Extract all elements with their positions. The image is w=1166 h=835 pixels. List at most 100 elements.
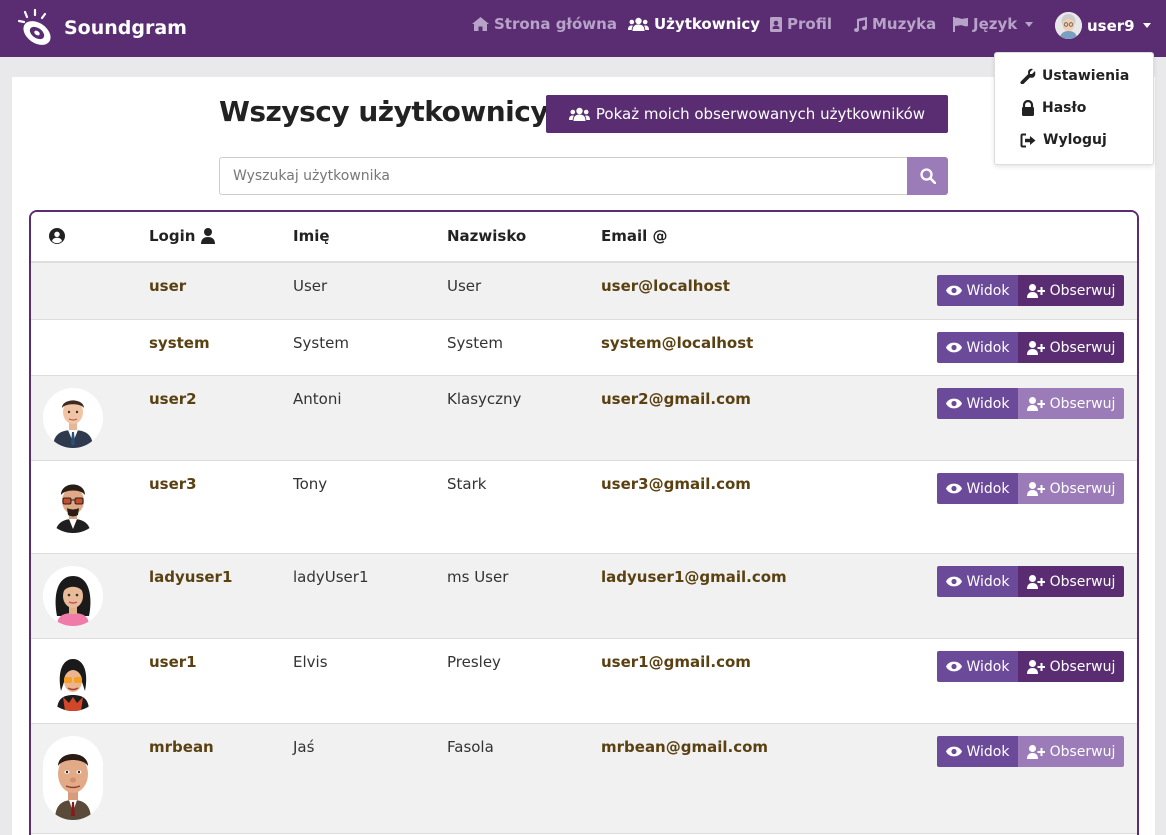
row-actions: Widok Obserwuj <box>937 388 1124 419</box>
first-name-column-header[interactable]: Imię <box>293 227 330 245</box>
user-email-link[interactable]: user3@gmail.com <box>601 475 751 493</box>
user-email-link[interactable]: user1@gmail.com <box>601 653 751 671</box>
view-button-label: Widok <box>966 573 1010 590</box>
user-email-link[interactable]: user2@gmail.com <box>601 390 751 408</box>
view-button[interactable]: Widok <box>937 332 1018 363</box>
eye-icon <box>945 746 962 757</box>
menu-item-password[interactable]: Hasło <box>1020 100 1086 116</box>
search-button[interactable] <box>907 157 948 195</box>
row-actions: Widok Obserwuj <box>937 332 1124 363</box>
eye-icon <box>945 398 962 409</box>
user-last-name: Presley <box>447 653 501 671</box>
table-header: Login Imię Nazwisko Email @ <box>31 212 1137 263</box>
user-last-name: System <box>447 334 503 352</box>
nav-profile-label: Profil <box>787 15 832 33</box>
man-suit-avatar-icon <box>43 388 103 448</box>
user-plus-icon <box>1026 659 1045 674</box>
table-row: user3 Tony Stark user3@gmail.com Widok O… <box>31 461 1137 554</box>
user-email-link[interactable]: mrbean@gmail.com <box>601 738 768 756</box>
chevron-down-icon <box>1142 23 1151 28</box>
view-button-label: Widok <box>966 395 1010 412</box>
view-button-label: Widok <box>966 339 1010 356</box>
username-label: user9 <box>1087 16 1135 35</box>
follow-button[interactable]: Obserwuj <box>1018 651 1124 682</box>
menu-item-logout[interactable]: Wyloguj <box>1020 132 1107 148</box>
follow-button[interactable]: Obserwuj <box>1018 566 1124 597</box>
nav-language[interactable]: Język <box>953 15 1034 33</box>
user-menu-toggle[interactable]: user9 <box>1055 12 1151 39</box>
menu-item-logout-label: Wyloguj <box>1043 132 1107 148</box>
user-login-link[interactable]: ladyuser1 <box>149 568 232 586</box>
eye-icon <box>945 483 962 494</box>
user-first-name: ladyUser1 <box>293 568 369 586</box>
search-input[interactable] <box>219 157 907 195</box>
menu-item-settings[interactable]: Ustawienia <box>1020 68 1129 84</box>
view-button[interactable]: Widok <box>937 651 1018 682</box>
eye-icon <box>945 285 962 296</box>
table-row: user User User user@localhost Widok Obse… <box>31 263 1137 320</box>
search-icon <box>919 168 936 184</box>
show-followed-users-label: Pokaż moich obserwowanych użytkowników <box>595 105 926 123</box>
elvis-avatar-icon <box>43 651 103 711</box>
user-login-link[interactable]: user2 <box>149 390 197 408</box>
user-email-link[interactable]: system@localhost <box>601 334 753 352</box>
user-last-name: Fasola <box>447 738 494 756</box>
user-last-name: User <box>447 277 482 295</box>
user-plus-icon <box>1026 574 1045 589</box>
view-button[interactable]: Widok <box>937 275 1018 306</box>
chevron-down-icon <box>1025 21 1034 27</box>
show-followed-users-button[interactable]: Pokaż moich obserwowanych użytkowników <box>546 95 948 133</box>
view-button[interactable]: Widok <box>937 388 1018 419</box>
user-plus-icon <box>1026 283 1045 298</box>
follow-button-label: Obserwuj <box>1049 395 1116 412</box>
email-column-header[interactable]: Email @ <box>601 227 668 245</box>
avatar <box>43 651 103 711</box>
sign-out-icon <box>1020 133 1036 147</box>
user-plus-icon <box>1026 340 1045 355</box>
nav-music[interactable]: Muzyka <box>852 15 936 33</box>
follow-button[interactable]: Obserwuj <box>1018 388 1124 419</box>
follow-button[interactable]: Obserwuj <box>1018 736 1124 767</box>
nav-music-label: Muzyka <box>872 15 937 33</box>
user-login-link[interactable]: user1 <box>149 653 197 671</box>
view-button[interactable]: Widok <box>937 473 1018 504</box>
user-email-link[interactable]: ladyuser1@gmail.com <box>601 568 787 586</box>
login-column-header[interactable]: Login <box>149 227 216 245</box>
nav-profile[interactable]: Profil <box>770 15 832 33</box>
follow-button-label: Obserwuj <box>1049 658 1116 675</box>
user-first-name: Antoni <box>293 390 342 408</box>
user-dropdown-menu: Ustawienia Hasło Wyloguj <box>994 52 1154 165</box>
user-login-link[interactable]: user <box>149 277 186 295</box>
user-plus-icon <box>1026 396 1045 411</box>
user-email-link[interactable]: user@localhost <box>601 277 730 295</box>
lock-icon <box>1022 100 1034 116</box>
follow-button[interactable]: Obserwuj <box>1018 473 1124 504</box>
user-login-link[interactable]: system <box>149 334 210 352</box>
nav-users[interactable]: Użytkownicy <box>628 15 760 33</box>
row-actions: Widok Obserwuj <box>937 275 1124 306</box>
user-login-link[interactable]: mrbean <box>149 738 214 756</box>
user-circle-icon <box>49 228 65 244</box>
user-login-link[interactable]: user3 <box>149 475 197 493</box>
last-name-column-header[interactable]: Nazwisko <box>447 227 526 245</box>
follow-button[interactable]: Obserwuj <box>1018 275 1124 306</box>
man-glasses-avatar-icon <box>43 475 103 533</box>
table-row: ladyuser1 ladyUser1 ms User ladyuser1@gm… <box>31 554 1137 639</box>
last-name-header-label: Nazwisko <box>447 227 527 245</box>
avatar <box>43 473 103 533</box>
row-actions: Widok Obserwuj <box>937 566 1124 597</box>
nav-users-label: Użytkownicy <box>654 15 761 33</box>
user-plus-icon <box>1026 481 1045 496</box>
nav-home[interactable]: Strona główna <box>472 15 617 33</box>
home-icon <box>472 17 489 31</box>
follow-button-label: Obserwuj <box>1049 573 1116 590</box>
view-button[interactable]: Widok <box>937 736 1018 767</box>
brand[interactable]: Soundgram <box>16 8 187 48</box>
follow-button[interactable]: Obserwuj <box>1018 332 1124 363</box>
eye-icon <box>945 576 962 587</box>
login-header-label: Login <box>149 227 196 245</box>
woman-avatar-icon <box>43 566 103 626</box>
view-button-label: Widok <box>966 658 1010 675</box>
table-row: system System System system@localhost Wi… <box>31 320 1137 376</box>
view-button[interactable]: Widok <box>937 566 1018 597</box>
